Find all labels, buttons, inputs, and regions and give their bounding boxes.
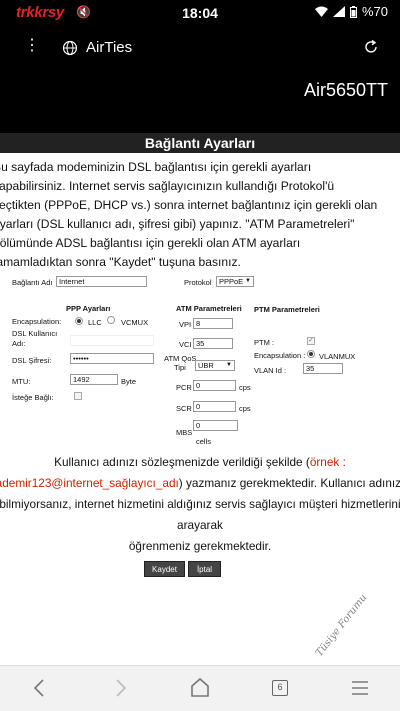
qos-value: UBR	[198, 361, 214, 370]
protocol-value: PPPoE	[219, 277, 244, 286]
battery-icon	[349, 5, 357, 18]
note-text: Kullanıcı adınızı sözleşmenizde verildiğ…	[54, 455, 310, 469]
ppp-section-title: PPP Ayarları	[66, 304, 111, 313]
protocol-select[interactable]: PPPoE ▼	[216, 276, 254, 287]
mbs-label: MBS	[176, 428, 193, 437]
battery-level: %70	[361, 4, 388, 19]
radio-vlanmux[interactable]	[307, 350, 315, 358]
vci-input[interactable]: 35	[193, 338, 233, 349]
chevron-down-icon: ▼	[245, 278, 251, 284]
description-line: bölümünde ADSL bağlantısı için gerekli o…	[0, 236, 301, 250]
save-button[interactable]: Kaydet	[144, 561, 185, 577]
vpi-label: VPI	[179, 320, 192, 329]
ptm-encapsulation-label: Encapsulation :	[254, 351, 306, 360]
globe-icon	[62, 40, 78, 56]
note-example-value: ademir123@internet_sağlayıcı_adı	[0, 476, 179, 490]
qos-select[interactable]: UBR ▼	[195, 360, 235, 371]
username-note: Kullanıcı adınızı sözleşmenizde verildiğ…	[0, 452, 400, 557]
note-text: bilmiyorsanız, internet hizmetini aldığı…	[0, 497, 400, 532]
protocol-label: Protokol	[184, 278, 212, 287]
description-line: yapabilirsiniz. Internet servis sağlayıc…	[0, 179, 335, 193]
signal-icon	[332, 6, 345, 17]
note-text: öğrenmeniz gerekmektedir.	[128, 539, 272, 553]
browser-toolbar: ⋮ AirTies	[0, 26, 400, 72]
username-label-2: Adı:	[12, 339, 26, 348]
scr-label: SCR	[176, 404, 192, 413]
ptm-label: PTM :	[254, 338, 274, 347]
scr-unit: cps	[239, 404, 251, 413]
note-text: ) yazmanız gerekmektedir. Kullanıcı adın…	[178, 476, 400, 490]
password-label: DSL Şifresi:	[12, 356, 52, 365]
router-header: Air5650TT	[0, 72, 400, 134]
scr-input[interactable]: 0	[193, 401, 236, 412]
on-demand-checkbox[interactable]	[74, 392, 82, 400]
atm-section-title: ATM Parametreleri	[176, 304, 242, 313]
username-label: DSL Kullanıcı	[12, 329, 58, 338]
radio-llc[interactable]	[75, 317, 83, 325]
status-bar: trkkrsy 🔇 18:04 %70	[0, 0, 400, 26]
description-line: seçtikten (PPPoE, DHCP vs.) sonra intern…	[0, 198, 378, 212]
tabs-button[interactable]: 6	[272, 680, 288, 696]
connection-name-label: Bağlantı Adı	[12, 278, 53, 287]
mbs-unit: cells	[196, 437, 212, 446]
vlan-id-label: VLAN Id :	[254, 366, 287, 375]
cancel-button[interactable]: İptal	[188, 561, 221, 577]
radio-vlanmux-label: VLANMUX	[319, 352, 356, 361]
mbs-input[interactable]: 0	[193, 420, 238, 431]
site-title[interactable]: AirTies	[86, 39, 132, 56]
page-title: Bağlantı Ayarları	[0, 133, 400, 153]
radio-vcmux-label: VCMUX	[121, 318, 149, 327]
ptm-section-title: PTM Parametreleri	[254, 305, 320, 314]
connection-name-input[interactable]: Internet	[56, 276, 147, 287]
username-input[interactable]	[70, 335, 154, 346]
page-description: Bu sayfada modeminizin DSL bağlantısı iç…	[0, 158, 400, 272]
forward-icon[interactable]	[108, 676, 132, 700]
watermark: Tüsiye Forumu	[314, 592, 370, 659]
vci-label: VCI	[179, 340, 192, 349]
wifi-icon	[314, 6, 328, 17]
description-line: ayarları (DSL kullanıcı adı, şifresi gib…	[0, 217, 355, 231]
ptm-checkbox[interactable]: ✓	[307, 337, 315, 345]
on-demand-label: İsteğe Bağlı:	[12, 393, 54, 402]
pcr-label: PCR	[176, 383, 192, 392]
mtu-label: MTU:	[12, 377, 31, 386]
reload-icon[interactable]	[362, 38, 380, 56]
pcr-input[interactable]: 0	[193, 380, 236, 391]
description-line: Bu sayfada modeminizin DSL bağlantısı iç…	[0, 160, 312, 174]
qos-label-2: Tipi	[174, 363, 186, 372]
note-example-label: örnek :	[309, 455, 346, 469]
password-input[interactable]: ••••••	[70, 353, 154, 364]
chevron-down-icon: ▼	[226, 362, 232, 368]
vlan-id-input[interactable]: 35	[303, 363, 343, 374]
description-line: tamamladıktan sonra "Kaydet" tuşuna bası…	[0, 255, 241, 269]
qos-label: ATM QoS	[164, 354, 197, 363]
mtu-unit: Byte	[121, 377, 137, 386]
home-icon[interactable]	[188, 676, 212, 700]
radio-llc-label: LLC	[88, 318, 102, 327]
overflow-menu-icon[interactable]: ⋮	[24, 38, 40, 54]
ppp-encapsulation-label: Encapsulation:	[12, 317, 62, 326]
vpi-input[interactable]: 8	[193, 318, 233, 329]
model-name: Air5650TT	[303, 80, 388, 100]
menu-icon[interactable]	[348, 676, 372, 700]
mtu-input[interactable]: 1492	[70, 374, 118, 385]
pcr-unit: cps	[239, 383, 251, 392]
browser-bottom-bar: 6	[0, 665, 400, 711]
back-icon[interactable]	[28, 676, 52, 700]
radio-vcmux[interactable]	[107, 316, 115, 324]
